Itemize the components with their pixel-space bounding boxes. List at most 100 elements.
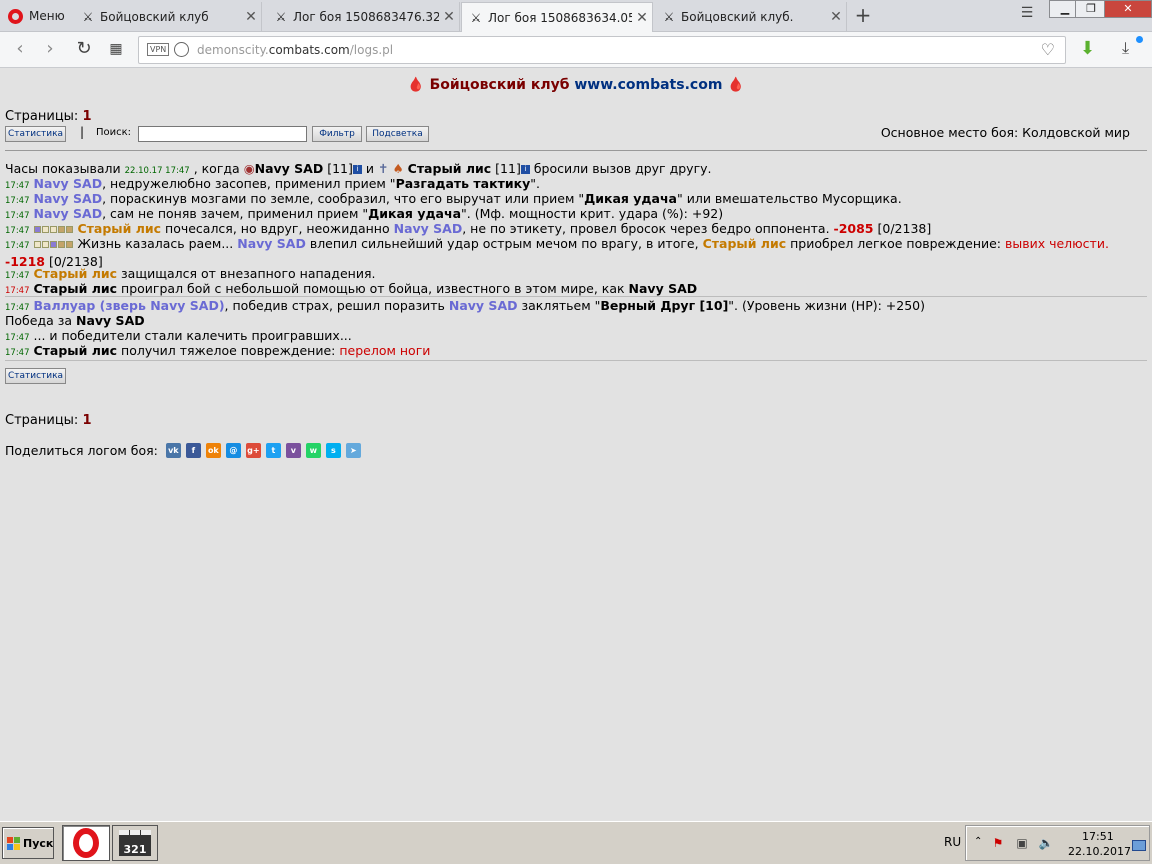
start-button[interactable]: Пуск	[2, 827, 54, 859]
player-name[interactable]: Navy SAD	[34, 176, 103, 191]
player-info-icon[interactable]: i	[352, 165, 362, 174]
network-icon[interactable]: ▣	[1014, 836, 1030, 852]
tab-title: Лог боя 1508683634.05114.	[488, 11, 632, 25]
windows-taskbar: Пуск 321 RU ⌃ ⚑ ▣ 🔈 17:51 22.10.2017	[0, 821, 1152, 864]
blood-drop-icon: 🩸	[727, 77, 745, 93]
tab-fight-club[interactable]: ⚔ Бойцовский клуб ✕	[74, 2, 262, 32]
pet-name[interactable]: Валлуар (зверь Navy SAD)	[34, 298, 225, 313]
download-arrow-icon[interactable]: ⬇	[1080, 38, 1095, 59]
site-link[interactable]: www.combats.com	[574, 77, 722, 93]
close-tab-icon[interactable]: ✕	[439, 9, 459, 25]
back-arrow-icon[interactable]: ‹	[8, 38, 32, 62]
page-link[interactable]: 1	[82, 109, 91, 124]
hit-zones-icon	[33, 221, 74, 236]
player-name[interactable]: Старый лис	[34, 281, 118, 296]
highlight-button[interactable]: Подсветка	[366, 126, 429, 142]
address-bar[interactable]: VPN demonscity.combats.com/logs.pl ♡	[138, 36, 1066, 64]
url-text[interactable]: demonscity.combats.com/logs.pl	[197, 43, 393, 57]
player-name[interactable]: Старый лис	[703, 236, 787, 251]
taskbar-media-player-button[interactable]: 321	[112, 825, 158, 861]
pagination-bottom: Страницы: 1	[5, 413, 92, 428]
vk-icon[interactable]: vk	[165, 443, 181, 458]
language-indicator[interactable]: RU	[944, 835, 961, 849]
statistics-button[interactable]: Статистика	[5, 126, 66, 142]
player-name[interactable]: Navy SAD	[629, 281, 698, 296]
share-icons: vk f ok @ g+ t v w s ➤	[165, 443, 366, 458]
browser-tab-strip: Меню ⚔ Бойцовский клуб ✕ ⚔ Лог боя 15086…	[0, 0, 1152, 33]
clock-date[interactable]: 22.10.2017	[1068, 845, 1131, 858]
hit-zones-icon	[33, 236, 74, 251]
globe-icon	[174, 42, 189, 57]
whatsapp-icon[interactable]: w	[305, 443, 321, 458]
log-line: 17:47 Старый лис почесался, но вдруг, не…	[5, 221, 932, 236]
filter-button[interactable]: Фильтр	[312, 126, 362, 142]
timestamp: 17:47	[5, 241, 30, 251]
statistics-button-bottom[interactable]: Статистика	[5, 368, 66, 384]
player-name[interactable]: Navy SAD	[394, 221, 463, 236]
taskbar-opera-button[interactable]	[62, 825, 110, 861]
telegram-icon[interactable]: ➤	[345, 443, 361, 458]
page-link[interactable]: 1	[82, 413, 91, 428]
tray-expand-icon[interactable]: ⌃	[974, 836, 982, 847]
google-plus-icon[interactable]: g+	[245, 443, 261, 458]
separator: |	[80, 125, 85, 139]
player-name[interactable]: Navy SAD	[255, 161, 324, 176]
player-name[interactable]: Navy SAD	[76, 313, 145, 328]
player-name[interactable]: Navy SAD	[449, 298, 518, 313]
start-label: Пуск	[23, 836, 54, 850]
facebook-icon[interactable]: f	[185, 443, 201, 458]
tab-battle-log-2[interactable]: ⚔ Лог боя 1508683634.05114. ✕	[461, 2, 653, 33]
close-tab-icon[interactable]: ✕	[826, 9, 846, 25]
player-name[interactable]: Navy SAD	[237, 236, 306, 251]
divider	[5, 150, 1147, 151]
action-center-flag-icon[interactable]: ⚑	[990, 836, 1006, 852]
player-name[interactable]: Старый лис	[408, 161, 492, 176]
close-window-button[interactable]: ✕	[1104, 0, 1152, 18]
swords-icon: ⚔	[275, 10, 287, 24]
show-desktop-icon[interactable]	[1132, 840, 1146, 851]
download-indicator-dot	[1136, 36, 1143, 43]
media-player-icon: 321	[119, 830, 151, 856]
log-line: 17:47 Navy SAD, недружелюбно засопев, при…	[5, 176, 540, 191]
timestamp: 17:47	[5, 303, 30, 313]
search-label: Поиск:	[96, 127, 132, 138]
reload-icon[interactable]: ↻	[72, 38, 96, 62]
tab-battle-log-1[interactable]: ⚔ Лог боя 1508683476.3211. ✕	[267, 2, 460, 32]
player-name[interactable]: Старый лис	[77, 221, 161, 236]
downloads-icon[interactable]: ⤓	[1122, 38, 1129, 58]
odnoklassniki-icon[interactable]: ok	[205, 443, 221, 458]
viber-icon[interactable]: v	[285, 443, 301, 458]
tab-title: Лог боя 1508683476.3211.	[293, 10, 439, 24]
speed-dial-grid-icon[interactable]: ▦	[104, 38, 128, 62]
divider	[5, 360, 1147, 361]
opera-menu-button[interactable]: Меню	[0, 0, 72, 32]
pagination-top: Страницы: 1	[5, 109, 92, 124]
vpn-badge[interactable]: VPN	[147, 43, 170, 56]
skype-icon[interactable]: s	[325, 443, 341, 458]
search-input[interactable]	[138, 126, 307, 142]
bookmark-heart-icon[interactable]: ♡	[1041, 40, 1055, 59]
opera-logo-icon	[8, 8, 23, 24]
close-tab-icon[interactable]: ✕	[632, 10, 652, 26]
log-intro: Часы показывали 22.10.17 17:47, когда ◉N…	[5, 161, 712, 176]
site-title: Бойцовский клуб	[429, 77, 570, 93]
player-name[interactable]: Старый лис	[34, 266, 118, 281]
log-line: 17:47 Валлуар (зверь Navy SAD), победив с…	[5, 298, 926, 313]
player-name[interactable]: Старый лис	[34, 343, 118, 358]
twitter-icon[interactable]: t	[265, 443, 281, 458]
forward-arrow-icon[interactable]: ›	[38, 38, 62, 62]
player-name[interactable]: Navy SAD	[34, 191, 103, 206]
log-line: 17:47 Жизнь казалась раем... Navy SAD вл…	[5, 236, 1109, 269]
log-line: 17:47 Navy SAD, сам не поняв зачем, приме…	[5, 206, 724, 221]
player-info-icon[interactable]: i	[520, 165, 530, 174]
player-name[interactable]: Navy SAD	[34, 206, 103, 221]
timestamp: 17:47	[5, 181, 30, 191]
close-tab-icon[interactable]: ✕	[241, 9, 261, 25]
volume-icon[interactable]: 🔈	[1038, 836, 1054, 852]
maximize-button[interactable]: ❐	[1075, 0, 1107, 18]
clock-time[interactable]: 17:51	[1082, 830, 1114, 843]
tab-menu-icon[interactable]: ☰	[1017, 5, 1037, 25]
tab-fight-club-2[interactable]: ⚔ Бойцовский клуб. ✕	[655, 2, 847, 32]
moimir-icon[interactable]: @	[225, 443, 241, 458]
new-tab-button[interactable]: +	[851, 4, 875, 28]
